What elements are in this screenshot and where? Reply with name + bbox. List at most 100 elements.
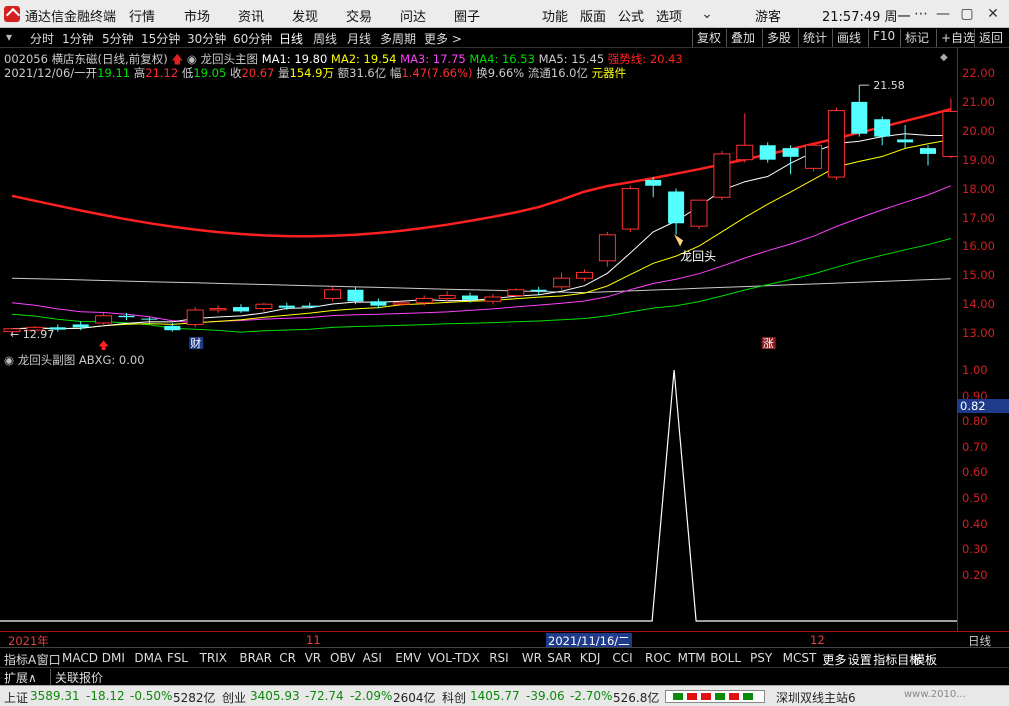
close-value: 20.67 (241, 66, 275, 80)
indicator-tab[interactable]: KDJ (580, 651, 601, 665)
indicator-tab[interactable]: MCST (783, 651, 817, 665)
dropdown-icon[interactable]: ⌄ (696, 4, 718, 24)
login-status[interactable]: 游客 (755, 6, 781, 25)
maximize-icon[interactable]: ▢ (956, 4, 978, 24)
indicator-name[interactable]: 龙回头主图 (201, 52, 259, 66)
indicator-tab[interactable]: FSL (167, 651, 188, 665)
multi-stock-button[interactable]: 多股 (762, 29, 791, 47)
period-tab[interactable]: 60分钟 (233, 30, 272, 47)
related-quote-button[interactable]: 关联报价 (50, 669, 103, 686)
kc-index-label[interactable]: 科创 (442, 689, 466, 706)
indicator-tab[interactable]: ROC (645, 651, 671, 665)
menu-item[interactable]: 行情 (129, 6, 155, 25)
ma4-value: MA4: 16.53 (469, 52, 535, 66)
low-value: 19.05 (193, 66, 227, 80)
adjust-button[interactable]: 复权 (692, 29, 721, 47)
kc-index-amount: 526.8亿 (613, 691, 660, 705)
menu-bar: 通达信金融终端 行情 市场 资讯 发现 交易 问达 圈子 功能 版面 公式 选项… (0, 0, 1009, 28)
indicator-tab[interactable]: CCI (612, 651, 632, 665)
indicator-tab[interactable]: MACD (62, 651, 98, 665)
main-chart[interactable]: 21.58 ← 12.97 龙回头财 涨 (0, 48, 960, 352)
indicator-tab[interactable]: DMA (134, 651, 162, 665)
period-tab[interactable]: 多周期 (380, 30, 416, 47)
sub-tick-label: 0.80 (962, 414, 988, 429)
indicator-tab[interactable]: PSY (750, 651, 772, 665)
stats-button[interactable]: 统计 (798, 29, 827, 47)
indicator-tab[interactable]: VOL-TDX (428, 651, 480, 665)
expand-button[interactable]: 扩展∧ (4, 669, 37, 686)
indicator-tab[interactable]: WR (522, 651, 542, 665)
quote-info-line: 2021/12/06/一开19.11 高21.12 低19.05 收20.67 … (4, 65, 626, 81)
period-tab[interactable]: 月线 (347, 30, 371, 47)
back-button[interactable]: 返回 (974, 29, 1003, 47)
menu-item[interactable]: 市场 (184, 6, 210, 25)
period-tab[interactable]: 5分钟 (102, 30, 134, 47)
indicator-tab[interactable]: SAR (547, 651, 571, 665)
menu-item[interactable]: 问达 (400, 6, 426, 25)
sh-index-pct: -0.50% (130, 689, 173, 703)
sh-index-amount: 5282亿 (173, 691, 216, 705)
indicator-tab[interactable]: TRIX (200, 651, 227, 665)
indicator-tab[interactable]: 窗口 (37, 651, 61, 668)
indicator-tab[interactable]: RSI (489, 651, 509, 665)
minimize-icon[interactable]: — (932, 4, 954, 24)
menu-item[interactable]: 资讯 (238, 6, 264, 25)
indicator-tab[interactable]: ASI (363, 651, 382, 665)
candle (645, 177, 662, 198)
period-tab[interactable]: 30分钟 (187, 30, 226, 47)
menu-item[interactable]: 版面 (580, 6, 606, 25)
mark-button[interactable]: 标记 (900, 29, 929, 47)
indicator-tab[interactable]: 设置 (848, 651, 872, 668)
menu-item[interactable]: 功能 (542, 6, 568, 25)
overlay-button[interactable]: 叠加 (726, 29, 755, 47)
indicator-tab[interactable]: OBV (330, 651, 356, 665)
menu-item[interactable]: 发现 (292, 6, 318, 25)
sub-axis: 1.00 0.90 0.80 0.70 0.60 0.50 0.40 0.30 0.20 (957, 350, 1009, 631)
period-tab[interactable]: 分时 (30, 30, 54, 47)
sub-dropdown-icon[interactable]: ◉ (4, 353, 14, 367)
period-tab[interactable]: 1分钟 (62, 30, 94, 47)
menu-item[interactable]: 选项 (656, 6, 682, 25)
add-watchlist-button[interactable]: +自选 (936, 29, 975, 47)
indicator-tab[interactable]: 更多 (822, 651, 846, 668)
period-tab[interactable]: 周线 (313, 30, 337, 47)
ma1-value: MA1: 19.80 (261, 52, 328, 66)
indicator-tab[interactable]: VR (305, 651, 322, 665)
indicator-tab[interactable]: MTM (678, 651, 706, 665)
cy-index-label[interactable]: 创业 (222, 689, 246, 706)
indicator-tab[interactable]: CR (279, 651, 296, 665)
indicator-tab[interactable]: BRAR (239, 651, 272, 665)
sub-tick-label: 1.00 (962, 363, 988, 377)
candle (576, 269, 593, 282)
month-label-2: 12 (810, 633, 825, 647)
candle (851, 85, 868, 137)
f10-button[interactable]: F10 (868, 29, 895, 47)
indicator-tab[interactable]: DMI (102, 651, 125, 665)
volume-value: 154.9万 (289, 66, 334, 80)
period-tab-active[interactable]: 日线 (279, 30, 303, 47)
app-logo-icon (4, 6, 20, 22)
draw-button[interactable]: 画线 (832, 29, 861, 47)
sub-indicator-name[interactable]: 龙回头副图 (18, 353, 76, 367)
main-chart-svg: 21.58 ← 12.97 龙回头财 涨 (3, 79, 960, 352)
close-icon[interactable]: ✕ (982, 4, 1004, 24)
indicator-tab[interactable]: EMV (395, 651, 421, 665)
indicator-tab[interactable]: 模板 (913, 651, 937, 668)
menu-item[interactable]: 交易 (346, 6, 372, 25)
sh-index-label[interactable]: 上证 (4, 689, 28, 706)
sub-chart[interactable] (0, 350, 957, 631)
indicator-tab[interactable]: 指标A (4, 651, 36, 668)
menu-item[interactable]: 公式 (618, 6, 644, 25)
options-icon[interactable]: ◆ (940, 52, 948, 63)
sector-label[interactable]: 元器件 (592, 66, 627, 80)
indicator-tab[interactable]: BOLL (710, 651, 741, 665)
menu-icon[interactable]: ⋯ (910, 4, 932, 24)
price-tick-label: 16.00 (962, 239, 995, 254)
more-periods[interactable]: 更多 > (424, 30, 462, 47)
indicator-dropdown-icon[interactable]: ◉ (187, 52, 197, 66)
server-label[interactable]: 深圳双线主站6 (776, 689, 856, 706)
period-tab[interactable]: 15分钟 (141, 30, 180, 47)
stock-code: 002056 (4, 52, 48, 66)
menu-item[interactable]: 圈子 (454, 6, 480, 25)
collapse-icon[interactable]: ▾ (6, 30, 12, 44)
